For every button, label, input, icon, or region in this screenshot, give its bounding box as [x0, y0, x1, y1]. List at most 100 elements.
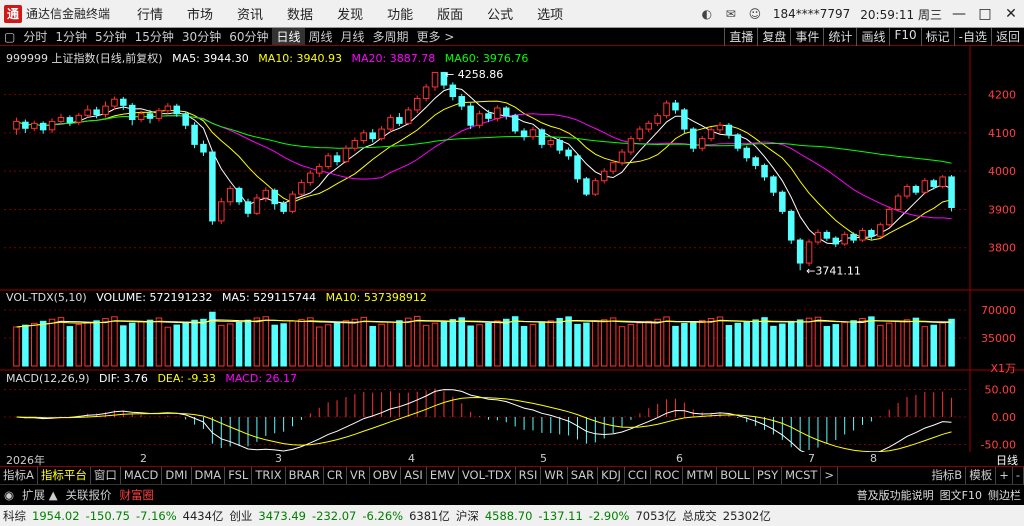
candle-body-23 — [218, 201, 225, 222]
menu-item-5[interactable]: 功能 — [375, 4, 425, 23]
indicator-tab-25[interactable]: > — [821, 467, 839, 484]
indicator-tab-24[interactable]: MCST — [782, 467, 822, 484]
kline-chart[interactable]: 4200 4100 4000 3900 3800 ← 4258.86 ←3741.11 700… — [0, 46, 1024, 452]
sub-left-0[interactable]: 扩展 ▲ — [18, 487, 62, 503]
indicator-tab-2[interactable]: 窗口 — [91, 467, 121, 484]
sub-right-1[interactable]: 图文F10 — [937, 487, 985, 503]
sub-right-2[interactable]: 侧边栏 — [985, 487, 1024, 503]
indicator-tab-5[interactable]: DMA — [192, 467, 226, 484]
tool-button-7[interactable]: -自选 — [953, 28, 991, 46]
menu-item-7[interactable]: 公式 — [475, 4, 525, 23]
indicator-tab-16[interactable]: WR — [541, 467, 568, 484]
date-label-5: 6 — [676, 452, 683, 465]
candle-body-69 — [627, 138, 635, 153]
candle-body-71 — [645, 122, 653, 130]
candle-body-63 — [574, 155, 581, 180]
indicator-tab-19[interactable]: CCI — [625, 467, 652, 484]
indicator-tab-0[interactable]: 指标A — [0, 467, 38, 484]
period-tab-0[interactable]: 分时 — [19, 28, 51, 45]
indicator-tab-9[interactable]: CR — [324, 467, 347, 484]
minimize-button[interactable]: — — [946, 6, 972, 22]
volume-bar-14 — [137, 321, 145, 367]
period-tab-8[interactable]: 月线 — [337, 28, 369, 45]
status-item-2: -150.75 — [85, 508, 130, 523]
period-tab-7[interactable]: 周线 — [305, 28, 337, 45]
candle-body-33 — [307, 172, 314, 184]
indicator-tab-11[interactable]: OBV — [370, 467, 402, 484]
indicator-tab-10[interactable]: VR — [347, 467, 370, 484]
user-id[interactable]: 184****7797 — [773, 7, 850, 21]
period-tab-10[interactable]: 更多 > — [413, 28, 459, 45]
menu-item-8[interactable]: 选项 — [525, 4, 575, 23]
indicator-tab-14[interactable]: VOL-TDX — [459, 467, 516, 484]
indicator-tab-7[interactable]: TRIX — [252, 467, 286, 484]
indicator-tab-6[interactable]: FSL — [225, 467, 253, 484]
bell-icon[interactable]: ◐ — [699, 6, 715, 22]
tool-button-2[interactable]: 事件 — [790, 28, 823, 46]
candle-body-24 — [226, 187, 234, 203]
status-item-13: -2.90% — [588, 508, 630, 523]
sub-left-1[interactable]: 关联报价 — [62, 487, 116, 503]
candle-body-78 — [707, 129, 715, 140]
tool-button-3[interactable]: 统计 — [823, 28, 856, 46]
period-tab-4[interactable]: 30分钟 — [178, 28, 225, 45]
tool-button-0[interactable]: 直播 — [724, 28, 757, 46]
menu-item-6[interactable]: 版面 — [425, 4, 475, 23]
tool-button-8[interactable]: 返回 — [990, 28, 1024, 46]
menu-item-2[interactable]: 资讯 — [225, 4, 275, 23]
ma10-line — [16, 100, 952, 241]
indicator-right-2[interactable]: + — [996, 467, 1013, 484]
volume-bar-84 — [761, 317, 768, 367]
sub-left-2[interactable]: 财富圈 — [116, 487, 159, 503]
period-tab-3[interactable]: 15分钟 — [131, 28, 178, 45]
indicator-tab-4[interactable]: DMI — [162, 467, 192, 484]
period-tab-2[interactable]: 5分钟 — [91, 28, 131, 45]
indicator-right-tools: 指标B 模板 + - — [928, 467, 1024, 484]
candle-body-81 — [734, 134, 742, 149]
indicator-tab-20[interactable]: ROC — [651, 467, 684, 484]
indicator-tab-23[interactable]: PSY — [754, 467, 783, 484]
candle-body-96 — [868, 230, 875, 237]
indicator-tab-12[interactable]: ASI — [401, 467, 427, 484]
menu-item-4[interactable]: 发现 — [325, 4, 375, 23]
tool-button-4[interactable]: 画线 — [856, 28, 889, 46]
period-tab-1[interactable]: 1分钟 — [51, 28, 91, 45]
period-tab-9[interactable]: 多周期 — [369, 28, 413, 45]
indicator-tab-3[interactable]: MACD — [121, 467, 163, 484]
indicator-right-3[interactable]: - — [1013, 467, 1024, 484]
tool-button-1[interactable]: 复盘 — [757, 28, 790, 46]
period-tab-6[interactable]: 日线 — [272, 28, 305, 45]
tool-button-5[interactable]: F10 — [889, 28, 920, 46]
chart-area[interactable]: 4200 4100 4000 3900 3800 ← 4258.86 ←3741.11 700… — [0, 46, 1024, 452]
expand-icon[interactable]: ◉ — [0, 488, 18, 502]
period-square-icon[interactable]: ▢ — [0, 30, 19, 44]
volume-bar-23 — [218, 324, 225, 367]
candle-body-90 — [814, 231, 822, 243]
close-button[interactable]: ✕ — [998, 6, 1024, 22]
indicator-right-0[interactable]: 指标B — [928, 467, 967, 484]
indicator-tab-13[interactable]: EMV — [427, 467, 459, 484]
sub-right-0[interactable]: 普及版功能说明 — [854, 487, 937, 503]
indicator-right-1[interactable]: 模板 — [966, 467, 997, 484]
candle-body-47 — [431, 71, 439, 88]
indicator-tab-22[interactable]: BOLL — [717, 467, 754, 484]
candle-body-59 — [538, 129, 546, 145]
message-icon[interactable]: ✉ — [723, 6, 739, 22]
indicator-tab-21[interactable]: MTM — [683, 467, 718, 484]
menu-item-0[interactable]: 行情 — [125, 4, 175, 23]
indicator-tab-18[interactable]: KDJ — [598, 467, 625, 484]
date-label-1: 2 — [140, 452, 147, 465]
candle-body-55 — [503, 107, 510, 117]
menu-item-3[interactable]: 数据 — [275, 4, 325, 23]
indicator-tab-1[interactable]: 指标平台 — [38, 467, 91, 484]
indicator-tab-17[interactable]: SAR — [568, 467, 599, 484]
person-icon[interactable]: ☺ — [747, 6, 763, 22]
indicator-tab-8[interactable]: BRAR — [286, 467, 324, 484]
maximize-button[interactable]: □ — [972, 6, 998, 22]
date-label-7: 8 — [870, 452, 877, 465]
status-item-11: 4588.70 — [484, 508, 533, 523]
period-tab-5[interactable]: 60分钟 — [225, 28, 272, 45]
indicator-tab-15[interactable]: RSI — [516, 467, 542, 484]
tool-button-6[interactable]: 标记 — [920, 28, 954, 46]
menu-item-1[interactable]: 市场 — [175, 4, 225, 23]
